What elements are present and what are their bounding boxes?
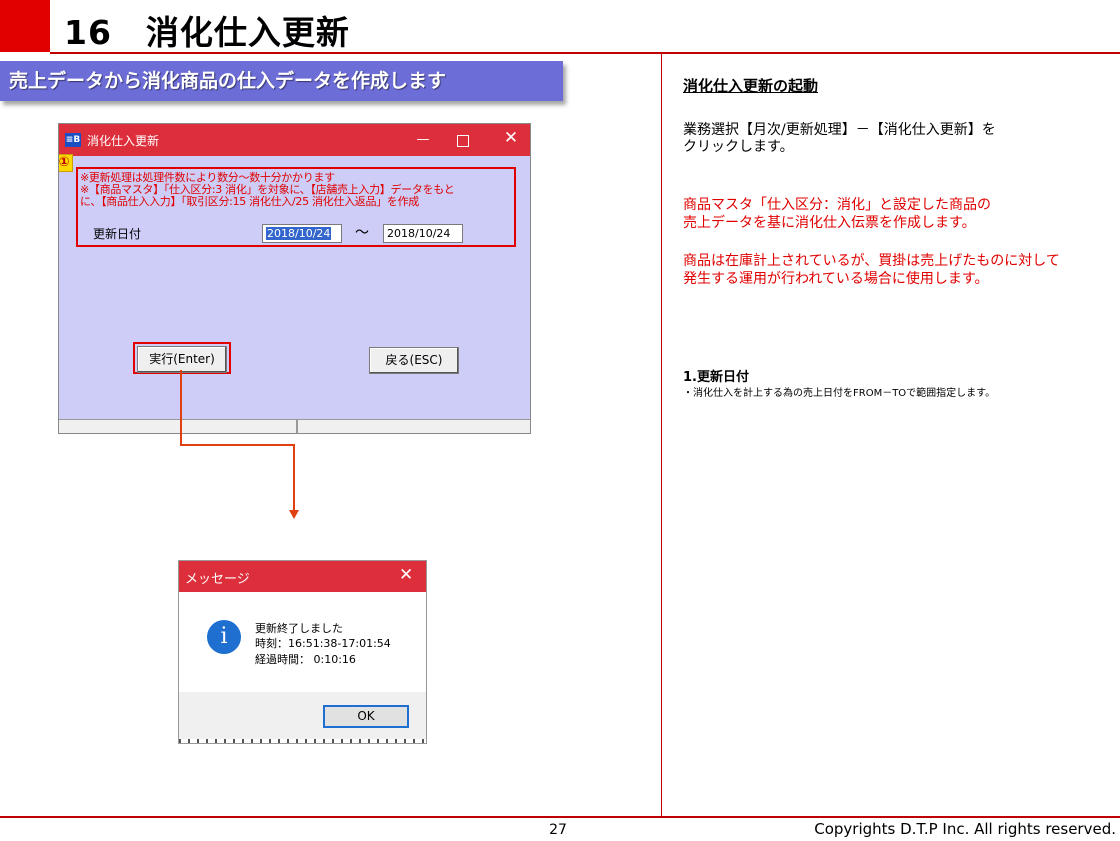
description-text: 売上データを基に消化仕入伝票を作成します。	[683, 215, 976, 231]
maximize-icon[interactable]	[457, 135, 469, 147]
dialog-message-line: 経過時間： 0:10:16	[255, 653, 356, 666]
instruction-text: クリックします。	[683, 139, 794, 155]
callout-marker-1: ①	[59, 154, 73, 172]
execute-button[interactable]: 実行(Enter)	[137, 346, 227, 373]
footer-rule	[0, 816, 1120, 818]
dialog-message-line: 時刻：16:51:38-17:01:54	[255, 637, 391, 650]
app-logo-icon: ≡B	[65, 133, 81, 147]
item-description: ・消化仕入を計上する為の売上日付をFROM－TOで範囲指定します。	[683, 388, 996, 399]
date-separator: ～	[355, 225, 369, 241]
dialog-message-line: 更新終了しました	[255, 622, 343, 635]
note-line: に、【商品仕入入力】「取引区分:15 消化仕入/25 消化仕入返品」を作成	[80, 195, 419, 208]
description-text: 商品マスタ「仕入区分：消化」と設定した商品の	[683, 197, 991, 213]
dialog-title: メッセージ	[185, 572, 250, 587]
copyright: Copyrights D.T.P Inc. All rights reserve…	[814, 820, 1116, 838]
date-to-input[interactable]: 2018/10/24	[383, 224, 463, 243]
update-date-label: 更新日付	[93, 227, 142, 241]
instruction-text: 業務選択【月次/更新処理】－【消化仕入更新】を	[683, 122, 996, 138]
flow-arrow-segment	[180, 444, 295, 446]
ok-button[interactable]: OK	[323, 705, 409, 728]
back-button[interactable]: 戻る(ESC)	[369, 347, 459, 374]
flow-arrow-segment	[180, 370, 182, 444]
dialog-titlebar[interactable]: メッセージ ✕	[179, 561, 426, 592]
description-text: 商品は在庫計上されているが、買掛は売上げたものに対して	[683, 253, 1060, 269]
instruction-heading: 消化仕入更新の起動	[683, 77, 819, 95]
description-text: 発生する運用が行われている場合に使用します。	[683, 271, 989, 287]
status-bar	[59, 419, 530, 433]
item-heading: 1.更新日付	[683, 370, 749, 385]
app-titlebar[interactable]: ≡B 消化仕入更新 — ✕	[59, 124, 530, 156]
app-title: 消化仕入更新	[87, 134, 160, 148]
section-banner: 売上データから消化商品の仕入データを作成します	[0, 61, 563, 101]
page-title: 16 消化仕入更新	[64, 13, 350, 52]
header-accent-block	[0, 0, 50, 52]
flow-arrow-segment	[293, 444, 295, 510]
date-from-input[interactable]: 2018/10/24	[262, 224, 342, 243]
arrow-down-icon	[289, 510, 299, 519]
column-divider	[661, 54, 662, 816]
date-from-value: 2018/10/24	[266, 227, 332, 240]
message-dialog: メッセージ ✕ i 更新終了しました 時刻：16:51:38-17:01:54 …	[178, 560, 427, 744]
header-rule	[50, 52, 1120, 54]
close-icon[interactable]: ✕	[501, 128, 521, 148]
status-bar-divider	[296, 419, 298, 433]
minimize-icon[interactable]: —	[413, 132, 433, 147]
close-icon[interactable]: ✕	[399, 565, 413, 585]
background-strip	[179, 739, 426, 743]
app-window: ≡B 消化仕入更新 — ✕ ① ※更新処理は処理件数により数分～数十分かかります…	[58, 123, 531, 434]
info-icon: i	[207, 620, 241, 654]
page-number: 27	[549, 822, 567, 838]
